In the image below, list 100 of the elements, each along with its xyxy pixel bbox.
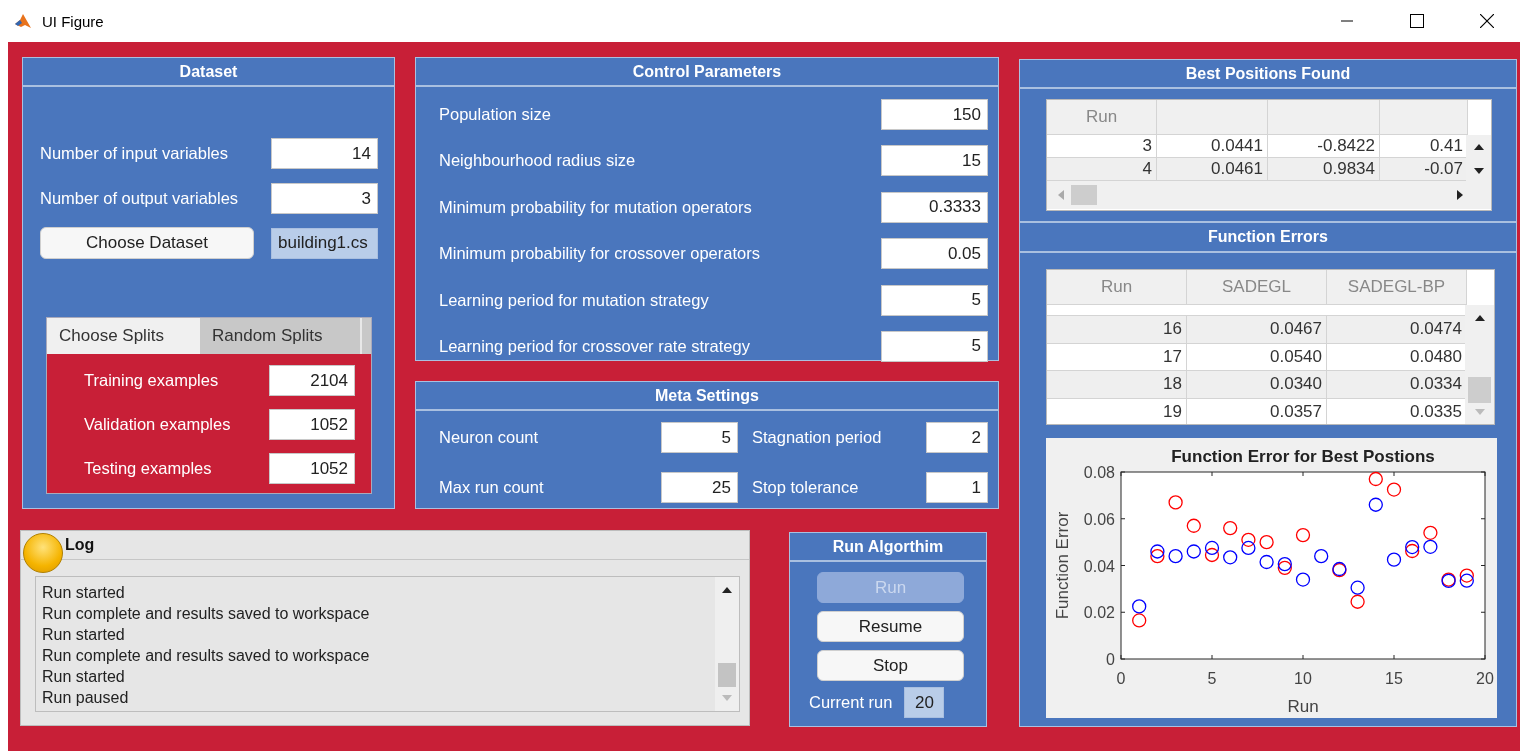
scroll-up-arrow-icon[interactable]	[722, 587, 732, 593]
text-field[interactable]: 150	[881, 99, 988, 130]
panel-title: Best Positions Found	[1185, 64, 1351, 83]
panel-title: Run Algorthim	[832, 537, 944, 556]
minimize-icon	[1341, 20, 1353, 22]
text-field[interactable]: 14	[271, 138, 378, 169]
field-label: Minimum probability for mutation operators	[439, 197, 752, 217]
data-point	[1368, 471, 1383, 487]
data-point	[1186, 544, 1201, 559]
text-field[interactable]: 2104	[269, 365, 355, 396]
field-label: Learning period for mutation strategy	[439, 290, 709, 310]
log-line: Run complete and results saved to workspace	[42, 604, 370, 624]
table-cell: 16	[1047, 316, 1187, 344]
text-field[interactable]: 5	[661, 422, 738, 453]
data-point	[1405, 543, 1420, 559]
data-point	[1241, 540, 1256, 556]
field-label: Number of input variables	[40, 144, 228, 163]
data-point	[1295, 572, 1311, 587]
data-point	[1223, 520, 1238, 536]
scroll-up-arrow-icon[interactable]	[1473, 144, 1484, 150]
text-field[interactable]: 20	[904, 687, 945, 718]
scroll-left-arrow-icon[interactable]	[1057, 190, 1065, 200]
close-icon	[1480, 14, 1494, 28]
log-line: Run complete and results saved to workspace	[42, 646, 370, 666]
text-field[interactable]: 2	[926, 422, 988, 453]
column-header: SADEGL	[1187, 270, 1327, 305]
text-field[interactable]: 1	[926, 472, 988, 503]
table-cell: 0.0461	[1157, 158, 1268, 181]
field-label: Learning period for crossover rate strategy	[439, 336, 750, 356]
table-cell: 0.0467	[1187, 316, 1327, 344]
scroll-down-arrow-icon[interactable]	[1473, 168, 1484, 174]
field-label: Population size	[439, 105, 551, 124]
log-line: Run started	[42, 667, 125, 687]
x-tick-label: 15	[1385, 670, 1403, 687]
field-label: Minimum probability for crossover operators	[439, 244, 760, 264]
text-field[interactable]: 5	[881, 284, 988, 316]
panel-title: Control Parameters	[632, 62, 782, 81]
text-field[interactable]: 5	[881, 330, 988, 362]
data-point	[1423, 539, 1438, 554]
table-cell: 0.0340	[1187, 371, 1327, 399]
scrollbar-thumb[interactable]	[1071, 185, 1097, 205]
text-field[interactable]: 1052	[269, 453, 355, 484]
column-header: SADEGL-BP	[1327, 270, 1467, 305]
data-point	[1459, 573, 1474, 588]
data-point	[1405, 539, 1420, 555]
log-line: Run started	[42, 583, 125, 603]
choose-dataset-button[interactable]: Choose Dataset	[40, 227, 254, 259]
field-label: Training examples	[84, 371, 219, 390]
tab[interactable]: Choose Splits	[47, 318, 200, 354]
data-point	[1204, 540, 1220, 556]
column-header: Run	[1047, 270, 1187, 305]
field-label: Neighbourhood radius size	[439, 151, 636, 171]
data-point	[1350, 580, 1365, 595]
log-line: Run paused	[42, 688, 129, 708]
field-label: Stop tolerance	[752, 478, 860, 497]
table-cell: 0.0474	[1327, 316, 1467, 344]
y-tick-label: 0.06	[1083, 510, 1115, 528]
x-tick-label: 0	[1116, 670, 1126, 687]
window-title: UI Figure	[42, 12, 105, 30]
table-cell: 19	[1047, 398, 1187, 424]
data-point	[1350, 594, 1365, 609]
action-button[interactable]: Resume	[817, 611, 964, 642]
field-label: Stagnation period	[752, 428, 883, 447]
text-field[interactable]: 15	[881, 145, 988, 177]
x-tick-label: 20	[1476, 670, 1494, 687]
x-tick-label: 5	[1207, 670, 1217, 687]
data-point	[1277, 560, 1292, 575]
data-point	[1186, 518, 1201, 533]
table-cell: 18	[1047, 371, 1187, 399]
section-header: Function Errors	[1020, 221, 1516, 253]
field-label: Current run	[809, 693, 893, 712]
table-cell: 4	[1047, 158, 1157, 181]
scrollbar-thumb[interactable]	[718, 663, 736, 687]
x-axis-label: Run	[1287, 697, 1319, 716]
text-field[interactable]: 0.05	[881, 238, 988, 270]
scroll-up-arrow-icon[interactable]	[1474, 315, 1485, 321]
field-label: Validation examples	[84, 415, 231, 434]
text-field[interactable]: 1052	[269, 409, 355, 440]
chart-title: Function Error for Best Postions	[1171, 447, 1435, 466]
data-point	[1150, 549, 1165, 564]
text-field[interactable]: 25	[661, 472, 738, 503]
log-listbox[interactable]: Run started Run complete and results saved to workspace Run started Run complete and results saved to workspace Run started Run paused	[35, 576, 740, 712]
data-point	[1277, 556, 1292, 572]
text-field[interactable]: building1.cs	[271, 227, 378, 259]
data-point	[1386, 482, 1402, 497]
table-cell: 0.0334	[1327, 371, 1467, 399]
data-point	[1132, 613, 1147, 628]
data-point	[1241, 532, 1256, 547]
scrollbar-thumb[interactable]	[1468, 377, 1491, 403]
text-field[interactable]: 0.3333	[881, 191, 988, 223]
data-point	[1259, 554, 1274, 570]
text-field[interactable]: 3	[271, 183, 378, 214]
table-cell: 0.9834	[1268, 158, 1380, 181]
field-label: Neuron count	[439, 428, 540, 447]
data-point	[1314, 549, 1329, 564]
scroll-right-arrow-icon[interactable]	[1456, 190, 1464, 200]
action-button[interactable]: Stop	[817, 650, 964, 681]
field-label: Number of output variables	[40, 189, 239, 208]
y-tick-label: 0	[1106, 651, 1115, 668]
app-logo-icon	[14, 12, 32, 30]
